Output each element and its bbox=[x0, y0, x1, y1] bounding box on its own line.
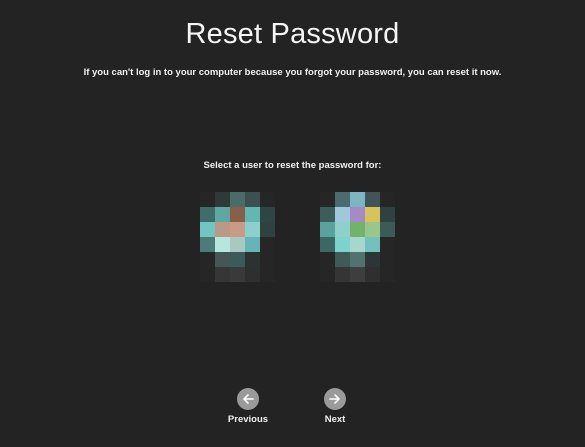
avatar-pixel bbox=[335, 222, 350, 237]
avatar-pixel bbox=[335, 267, 350, 282]
avatar-pixel bbox=[260, 252, 275, 267]
avatar-pixel bbox=[215, 207, 230, 222]
avatar-pixel bbox=[215, 222, 230, 237]
avatar-pixel bbox=[260, 267, 275, 282]
avatar-pixel bbox=[230, 237, 245, 252]
user-avatar-1 bbox=[200, 192, 280, 282]
avatar-pixel bbox=[320, 267, 335, 282]
avatar-pixel bbox=[200, 237, 215, 252]
avatar-pixel bbox=[350, 267, 365, 282]
avatar-pixel bbox=[350, 192, 365, 207]
user-select-prompt: Select a user to reset the password for: bbox=[203, 160, 382, 171]
avatar-pixel bbox=[260, 222, 275, 237]
next-button[interactable]: Next bbox=[305, 388, 365, 425]
avatar-pixel bbox=[380, 207, 395, 222]
avatar-pixel bbox=[200, 192, 215, 207]
avatar-pixel bbox=[200, 222, 215, 237]
avatar-pixel bbox=[260, 237, 275, 252]
avatar-pixel bbox=[215, 252, 230, 267]
avatar-pixel bbox=[365, 207, 380, 222]
avatar-pixel bbox=[365, 222, 380, 237]
avatar-pixel bbox=[335, 237, 350, 252]
page-title: Reset Password bbox=[185, 18, 400, 50]
avatar-pixel bbox=[380, 252, 395, 267]
avatar-pixel bbox=[245, 207, 260, 222]
user-avatar-2 bbox=[320, 192, 400, 282]
avatar-pixel bbox=[245, 192, 260, 207]
previous-button[interactable]: Previous bbox=[218, 388, 278, 425]
avatar-pixel bbox=[200, 252, 215, 267]
avatar-pixel bbox=[365, 237, 380, 252]
previous-label: Previous bbox=[227, 414, 269, 425]
avatar-pixel bbox=[320, 252, 335, 267]
avatar-pixel bbox=[215, 267, 230, 282]
next-label: Next bbox=[324, 414, 346, 425]
avatar-pixel bbox=[380, 267, 395, 282]
page-subtitle: If you can't log in to your computer bec… bbox=[83, 67, 502, 78]
avatar-pixel bbox=[260, 207, 275, 222]
avatar-pixel bbox=[230, 267, 245, 282]
avatar-pixel bbox=[380, 222, 395, 237]
arrow-right-icon bbox=[324, 388, 346, 410]
avatar-pixel bbox=[245, 237, 260, 252]
avatar-pixel bbox=[260, 192, 275, 207]
avatar-pixel bbox=[245, 252, 260, 267]
avatar-pixel bbox=[200, 207, 215, 222]
avatar-pixel bbox=[365, 252, 380, 267]
avatar-pixel bbox=[230, 252, 245, 267]
avatar-pixel bbox=[350, 252, 365, 267]
avatar-pixel bbox=[380, 237, 395, 252]
avatar-pixel bbox=[230, 192, 245, 207]
avatar-pixel bbox=[230, 222, 245, 237]
avatar-pixel bbox=[320, 237, 335, 252]
avatar-pixel bbox=[230, 207, 245, 222]
reset-password-screen: Reset Password If you can't log in to yo… bbox=[0, 0, 585, 447]
user-account-2[interactable] bbox=[320, 192, 400, 288]
avatar-pixel bbox=[320, 222, 335, 237]
avatar-pixel bbox=[320, 207, 335, 222]
avatar-pixel bbox=[245, 222, 260, 237]
avatar-pixel bbox=[200, 267, 215, 282]
avatar-pixel bbox=[320, 192, 335, 207]
avatar-pixel bbox=[350, 237, 365, 252]
avatar-pixel bbox=[335, 252, 350, 267]
avatar-pixel bbox=[365, 192, 380, 207]
avatar-pixel bbox=[350, 222, 365, 237]
avatar-pixel bbox=[215, 192, 230, 207]
avatar-pixel bbox=[380, 192, 395, 207]
avatar-pixel bbox=[335, 192, 350, 207]
user-account-1[interactable] bbox=[200, 192, 280, 288]
avatar-pixel bbox=[215, 237, 230, 252]
avatar-pixel bbox=[245, 267, 260, 282]
avatar-pixel bbox=[365, 267, 380, 282]
avatar-pixel bbox=[350, 207, 365, 222]
arrow-left-icon bbox=[237, 388, 259, 410]
avatar-pixel bbox=[335, 207, 350, 222]
